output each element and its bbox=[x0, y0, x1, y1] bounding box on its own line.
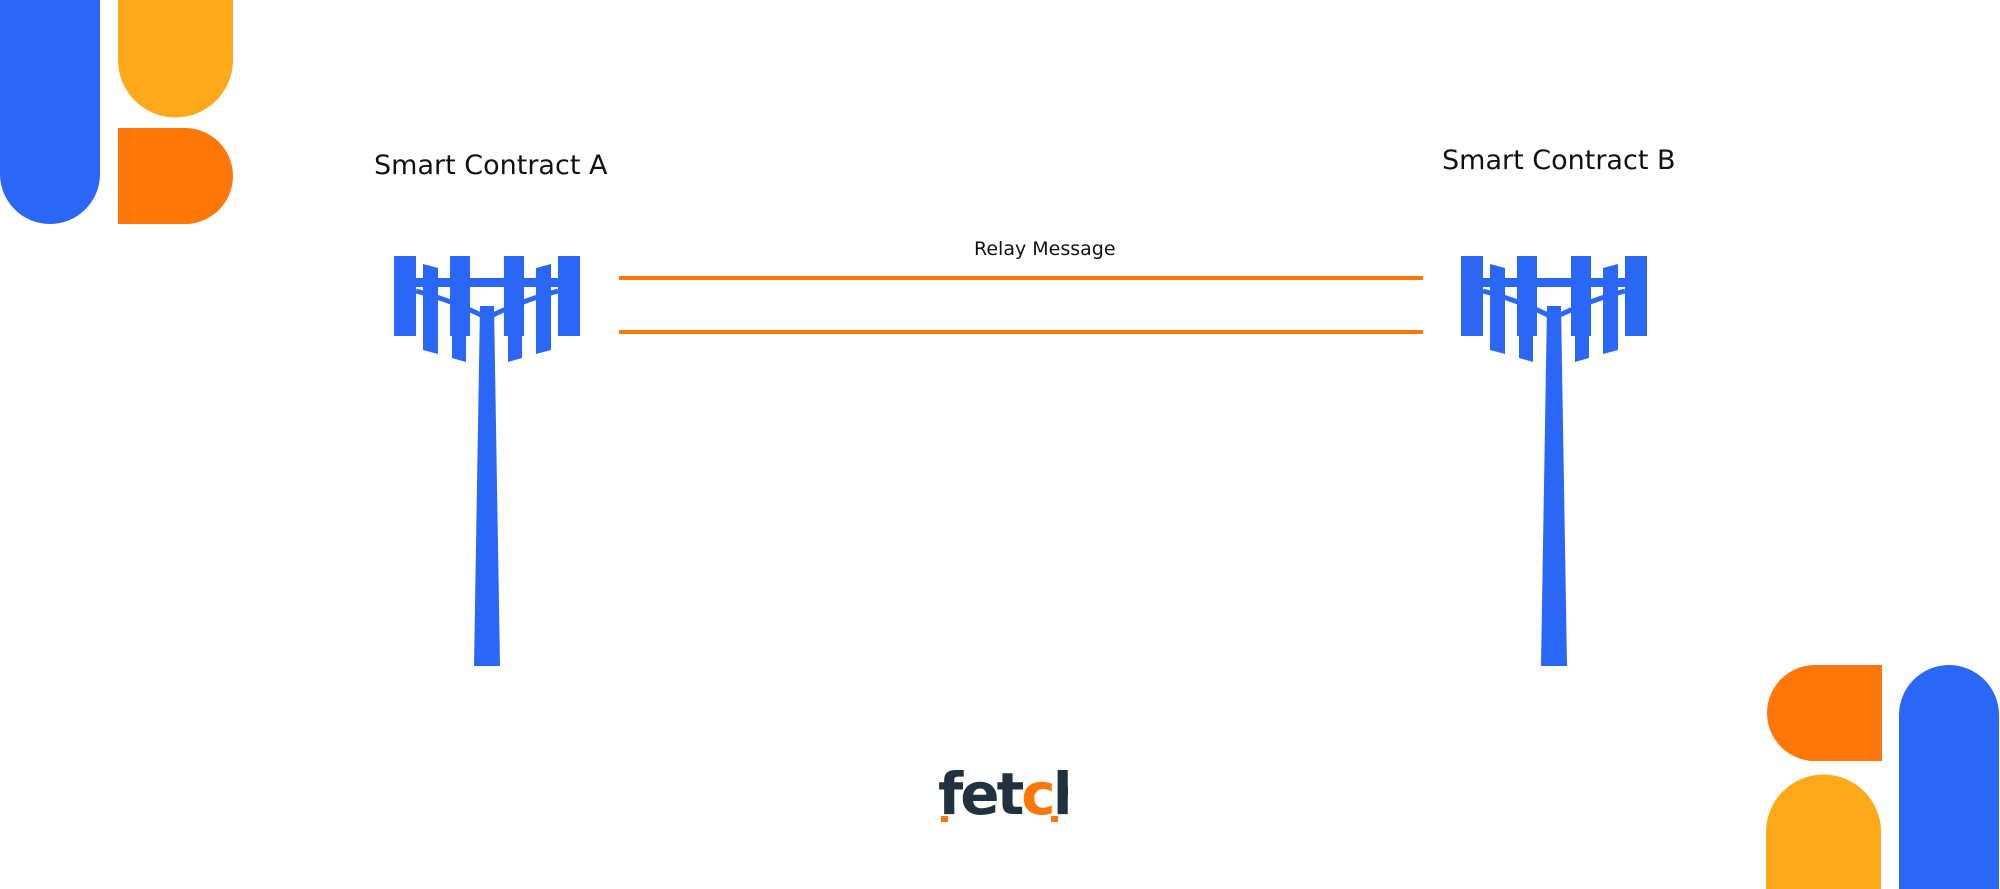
node-b-label: Smart Contract B bbox=[1442, 145, 1676, 176]
node-a-label: Smart Contract A bbox=[374, 150, 608, 181]
node-a-cell-tower-icon bbox=[394, 256, 580, 666]
decor-shapes-bottom-right bbox=[1766, 665, 1999, 889]
relay-line-top bbox=[619, 276, 1423, 280]
decor-yellow-half-circle bbox=[1766, 774, 1881, 889]
decor-shapes-top-left bbox=[0, 0, 233, 224]
decor-blue-pill bbox=[0, 0, 100, 224]
decor-orange-half-circle bbox=[118, 128, 233, 224]
relay-line-bottom bbox=[619, 330, 1423, 334]
relay-message-label: Relay Message bbox=[974, 238, 1116, 260]
decor-blue-pill bbox=[1899, 665, 1999, 889]
svg-text:fetch: fetch bbox=[938, 764, 1068, 824]
decor-orange-half-circle bbox=[1767, 665, 1882, 761]
node-b-cell-tower-icon bbox=[1461, 256, 1647, 666]
decor-yellow-half-circle bbox=[118, 0, 233, 118]
fetch-logo-icon: fetch bbox=[938, 764, 1068, 824]
